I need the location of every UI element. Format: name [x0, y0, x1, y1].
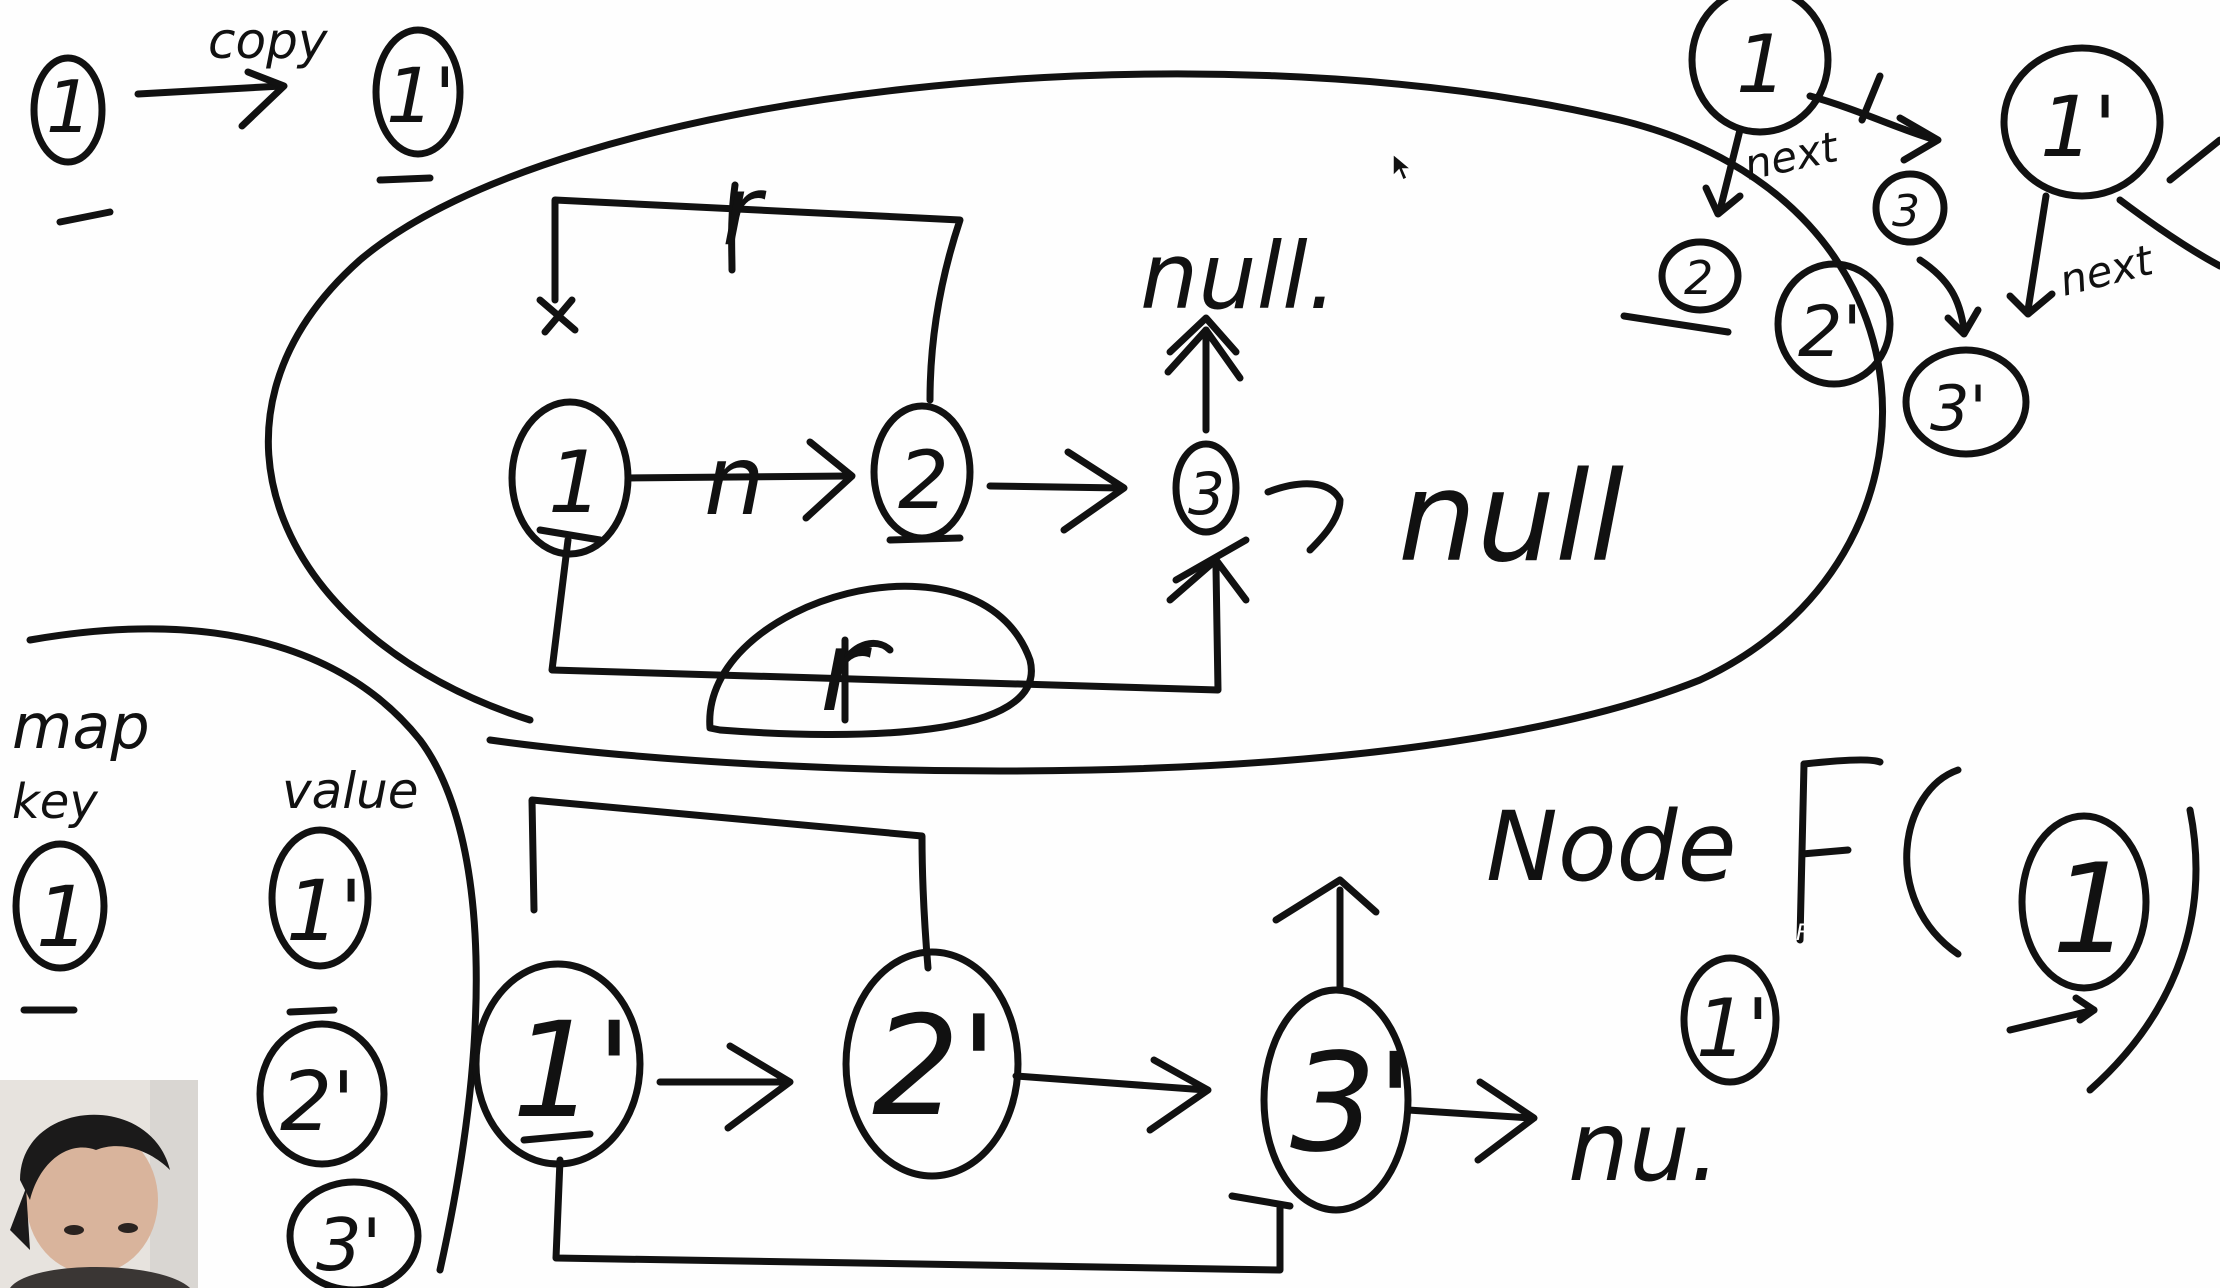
label-null-up: null. [1140, 223, 1337, 330]
arrow-cursor-icon [1391, 152, 1413, 182]
tr-next-label-2: next [2055, 235, 2159, 306]
node-label-2p: 2' [872, 986, 998, 1147]
tr-3-label: 3 [1892, 186, 1920, 237]
label-n: n [704, 425, 765, 537]
label-key: key [12, 774, 98, 830]
tr-2-label: 2 [1684, 251, 1713, 305]
map-value-2-label: 2' [280, 1055, 355, 1150]
random-bracket-bottom [548, 536, 1222, 694]
node-label-n3: 3 [1188, 460, 1225, 528]
tr-next-arrow-head [1896, 114, 1942, 164]
arrow-up-3p-head [1272, 876, 1380, 924]
arrow-2p-3p [1012, 1072, 1210, 1094]
tick-3 [1228, 1192, 1294, 1210]
copy-bracket-top [528, 796, 932, 972]
tr-underline-2 [1620, 312, 1732, 336]
node-label-n2: 2 [898, 434, 949, 527]
underline-1 [56, 208, 114, 226]
webcam-feed [0, 1080, 198, 1288]
x-mark-a [1172, 536, 1250, 584]
handwritten-labels: copy 1 1' r null. 1 n 2 3 null r map key… [12, 12, 2159, 1287]
tr-1-label: 1 [1736, 18, 1787, 111]
label-null-bottom: nu. [1568, 1091, 1720, 1203]
small-1p-label: 1' [1696, 982, 1769, 1075]
F-top [1800, 756, 1884, 768]
label-r-bottom: r [820, 607, 872, 737]
label-node: Node [1486, 791, 1737, 903]
arrow-head-3p-null [1474, 1078, 1538, 1164]
map-value-1-underline [286, 1006, 338, 1016]
label-value: value [282, 762, 419, 820]
arrow-head-1p-2p [724, 1042, 794, 1132]
arg-1-label: 1 [2052, 838, 2131, 982]
label-r-top: r [722, 155, 767, 267]
arrow-2-3 [986, 482, 1126, 492]
node-label-n1: 1 [548, 433, 603, 533]
map-key-label: 1 [36, 868, 89, 966]
copy-arrow-head [238, 68, 288, 130]
presenter-webcam [0, 1080, 198, 1288]
copy-arrow [134, 82, 286, 98]
underline-1p [376, 174, 434, 184]
arrow-head-1-2 [802, 438, 856, 522]
node-label-3p: 3' [1290, 1025, 1414, 1183]
label-map: map [12, 690, 150, 763]
map-value-1-label: 1' [286, 862, 363, 960]
arrow-head-2p-3p [1146, 1056, 1212, 1134]
tr-1p-label: 1' [2040, 78, 2117, 176]
arrow-3-null [1264, 480, 1344, 554]
node-label-1pp: 1' [512, 994, 632, 1148]
label-null-right: null [1398, 446, 1624, 590]
paren-left [1903, 766, 1962, 958]
label-copy: copy [208, 12, 329, 70]
node-label-1p: 1' [386, 51, 455, 140]
tr-2p-label: 2' [1798, 291, 1862, 373]
map-value-3-label: 3' [316, 1203, 382, 1287]
whiteboard-canvas[interactable]: copy 1 1' r null. 1 n 2 3 null r map key… [0, 0, 2220, 1288]
tick-2 [886, 534, 964, 544]
arrow-3p-null [1404, 1106, 1534, 1122]
big-ellipse [264, 70, 1886, 775]
whiteboard-drawing: copy 1 1' r null. 1 n 2 3 null r map key… [12, 0, 2220, 1288]
cursor-glyph [1392, 152, 1413, 182]
node-label-1: 1 [46, 65, 92, 149]
label-F: F [1796, 921, 1809, 946]
tr-2p-3p-arrow [1916, 256, 1968, 334]
F-mid [1798, 846, 1852, 858]
r-hump [706, 582, 1035, 738]
tr-rand-1p [2024, 192, 2050, 314]
tr-edge-mark [2166, 136, 2220, 184]
tr-3p-label: 3' [1930, 372, 1987, 445]
